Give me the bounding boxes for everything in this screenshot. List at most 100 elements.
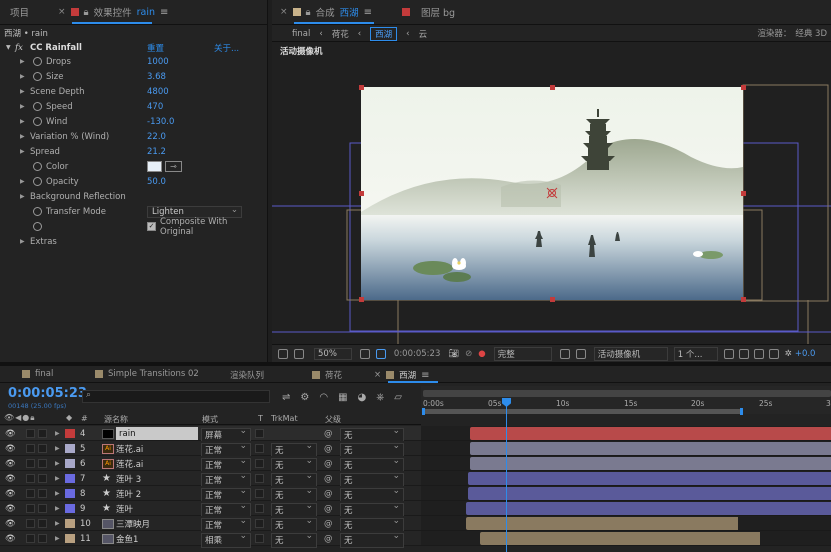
speed-value[interactable]: 470 [147,102,163,112]
tab-composition[interactable]: × 🔒︎ 合成 西湖 ≡ [280,0,372,24]
close-icon[interactable]: × [374,370,381,380]
view-layout-select[interactable]: 1 个... [673,346,718,361]
layer-duration-bar[interactable] [468,487,831,500]
work-area-end-handle[interactable] [740,408,743,415]
visibility-eye-icon[interactable]: 👁︎ [5,486,16,501]
preserve-transparency-toggle[interactable] [255,489,264,498]
param-drops[interactable]: ▶ Drops 1000 [0,54,258,69]
eyedropper-icon[interactable]: ⇾ [165,161,182,172]
crumb-xihu[interactable]: 西湖 [370,26,398,41]
lock-toggle[interactable] [38,519,47,528]
layer-row[interactable]: 👁︎▶6Ai莲花.ai正常无@无 [0,456,831,473]
param-variation-wind[interactable]: ▶ Variation % (Wind) 22.0 [0,129,258,144]
lock-toggle[interactable] [38,489,47,498]
expand-triangle-icon[interactable]: ▶ [55,531,60,546]
mask-visibility-icon[interactable] [375,348,386,359]
opacity-value[interactable]: 50.0 [147,177,166,187]
param-spread[interactable]: ▶ Spread 21.2 [0,144,258,159]
collapse-triangle-icon[interactable]: ▼ [6,44,11,51]
lock-toggle[interactable] [38,429,47,438]
layer-row[interactable]: 👁︎▶5Ai莲花.ai正常无@无 [0,441,831,458]
visibility-eye-icon[interactable]: 👁︎ [5,501,16,516]
tab-render-queue[interactable]: 渲染队列 [230,369,264,381]
trkmat-select[interactable]: 无 [271,531,317,548]
solo-toggle[interactable] [26,534,35,543]
work-area-start-handle[interactable] [422,408,425,415]
fast-previews-icon[interactable] [738,348,749,359]
tab-project[interactable]: 项目 [10,0,29,24]
stopwatch-icon[interactable] [33,102,42,111]
mode-header[interactable]: 模式 [202,414,218,425]
exposure-value[interactable]: +0.0 [795,349,816,359]
time-ruler[interactable]: 0:00s 05s 10s 15s 20s 25s 3 [421,386,831,415]
preserve-transparency-toggle[interactable] [255,459,264,468]
playhead[interactable] [506,398,507,552]
layer-name[interactable]: 莲叶 [116,501,133,516]
exposure-icon[interactable]: ✲ [785,349,792,359]
source-name-header[interactable]: 源名称 [104,414,128,425]
layer-duration-bar[interactable] [480,532,760,545]
fx-icon[interactable]: fx [15,43,23,53]
param-color[interactable]: Color ⇾ [0,159,258,174]
layer-search-input[interactable]: ⌕ [82,390,270,403]
expand-triangle-icon[interactable]: ▶ [55,486,60,501]
visibility-eye-icon[interactable]: 👁︎ [5,426,16,441]
layer-row[interactable]: 👁︎▶8★莲叶 2正常无@无 [0,486,831,503]
expand-triangle-icon[interactable]: ▶ [20,193,25,200]
panel-menu-icon[interactable]: ≡ [421,370,429,381]
label-color-swatch[interactable] [65,459,75,468]
stopwatch-icon[interactable] [33,57,42,66]
label-color-swatch[interactable] [65,534,75,543]
label-color-swatch[interactable] [65,504,75,513]
size-value[interactable]: 3.68 [147,72,166,82]
parent-select[interactable]: 无 [340,531,404,548]
param-composite[interactable]: ✓ Composite With Original [0,217,258,237]
layer-name[interactable]: 莲叶 3 [116,471,141,486]
spread-value[interactable]: 21.2 [147,147,166,157]
preserve-transparency-toggle[interactable] [255,534,264,543]
layer-row[interactable]: 👁︎▶10三潭映月正常无@无 [0,516,831,533]
param-extras[interactable]: ▶ Extras [0,234,258,249]
param-wind[interactable]: ▶ Wind -130.0 [0,114,258,129]
solo-toggle[interactable] [26,504,35,513]
toggle-pixel-aspect-icon[interactable] [723,348,734,359]
graph-editor-icon[interactable]: ⎈ [376,392,384,403]
channel-icon[interactable]: ● [478,349,485,359]
expand-triangle-icon[interactable]: ▶ [55,456,60,471]
preserve-transparency-toggle[interactable] [255,519,264,528]
parent-header[interactable]: 父级 [325,414,341,425]
label-color-swatch[interactable] [65,444,75,453]
shy-layers-icon[interactable]: ◠ [319,392,328,403]
variation-value[interactable]: 22.0 [147,132,166,142]
lock-toggle[interactable] [38,459,47,468]
lock-toggle[interactable] [38,534,47,543]
blend-mode-select[interactable]: 相乘 [201,531,251,548]
always-preview-icon[interactable] [278,348,288,359]
timecode-display[interactable]: 0:00:05:23 [394,349,440,359]
layer-duration-bar[interactable] [470,442,831,455]
zoom-select[interactable]: 50% [314,347,352,360]
layer-name[interactable]: rain [116,427,198,440]
composition-viewer[interactable]: 活动摄像机 [272,42,831,344]
preserve-transparency-toggle[interactable] [255,444,264,453]
expand-triangle-icon[interactable]: ▶ [55,501,60,516]
parent-pickwhip-icon[interactable]: @ [324,516,333,531]
param-scene-depth[interactable]: ▶ Scene Depth 4800 [0,84,258,99]
solo-toggle[interactable] [26,444,35,453]
layer-name[interactable]: 三潭映月 [116,516,150,531]
parent-pickwhip-icon[interactable]: @ [324,486,333,501]
layer-name[interactable]: 金鱼1 [116,531,138,546]
frame-blending-icon[interactable]: ▦ [338,392,347,403]
preserve-transparency-toggle[interactable] [255,429,264,438]
lock-icon[interactable]: 🔒︎ [306,7,311,18]
parent-pickwhip-icon[interactable]: @ [324,456,333,471]
layer-name[interactable]: 莲叶 2 [116,486,141,501]
resolution-select[interactable]: 完整 [493,346,552,361]
tab-lotus[interactable]: 荷花 [312,369,342,381]
lock-toggle[interactable] [38,474,47,483]
comp-mini-flowchart-icon[interactable]: ⇌ [282,392,290,403]
lock-toggle[interactable] [38,444,47,453]
expand-triangle-icon[interactable]: ▶ [20,133,25,140]
layer-row[interactable]: 👁︎▶7★莲叶 3正常无@无 [0,471,831,488]
expand-triangle-icon[interactable]: ▶ [55,426,60,441]
